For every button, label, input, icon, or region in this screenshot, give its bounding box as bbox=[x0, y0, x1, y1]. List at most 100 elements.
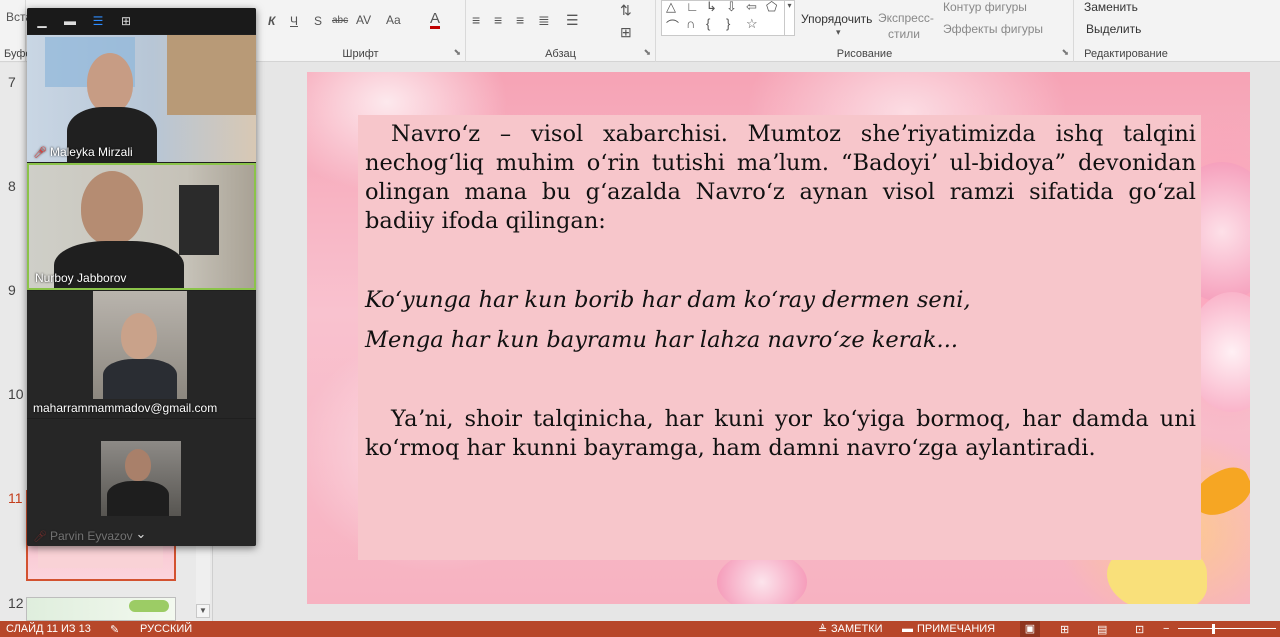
down-arrow-shape-icon[interactable]: ⇩ bbox=[726, 0, 737, 15]
participant-tile[interactable]: 🎤︎ Parvin Eyvazov ⌄ bbox=[27, 419, 256, 546]
notes-button[interactable]: ЗАМЕТКИ bbox=[831, 623, 883, 635]
chevron-down-icon[interactable]: ⌄ bbox=[132, 526, 150, 541]
clipboard-group: Вста Буфе bbox=[0, 0, 32, 62]
slideshow-icon[interactable]: ⊡ bbox=[1135, 623, 1144, 636]
intro-paragraph: Navroʻz – visol xabarchisi. Mumtoz sheʼr… bbox=[365, 120, 1196, 236]
comments-icon[interactable]: ▬ bbox=[902, 623, 913, 635]
align-left-icon[interactable]: ≡ bbox=[472, 12, 480, 28]
arc-shape-icon[interactable]: ⌒ bbox=[666, 16, 679, 35]
shapes-gallery[interactable]: △ ∟ ↳ ⇩ ⇦ ⬠ ⌒ ∩ { } ☆ ▾ bbox=[661, 0, 795, 36]
muted-mic-icon: 🎤︎ bbox=[33, 147, 47, 159]
justify-icon[interactable]: ≣ bbox=[538, 12, 550, 29]
participant-body bbox=[103, 359, 177, 399]
participant-tile-active-speaker[interactable]: Nurboy Jabborov bbox=[27, 163, 256, 290]
editing-group: Заменить Выделить Редактирование bbox=[1074, 0, 1178, 62]
participant-face bbox=[87, 53, 133, 113]
spellcheck-icon[interactable]: ✎ bbox=[110, 623, 119, 636]
strikethrough-button[interactable]: abc bbox=[332, 15, 348, 26]
participant-video bbox=[93, 291, 187, 399]
participant-tile[interactable]: maharrammammadov@gmail.com bbox=[27, 291, 256, 418]
participant-face bbox=[121, 313, 157, 359]
status-bar: СЛАЙД 11 ИЗ 13 ✎ РУССКИЙ ≜ ЗАМЕТКИ ▬ ПРИ… bbox=[0, 621, 1280, 637]
bent-arrow-icon[interactable]: ↳ bbox=[706, 0, 717, 15]
clipboard-group-label: Буфе bbox=[4, 48, 32, 60]
comments-button[interactable]: ПРИМЕЧАНИЯ bbox=[917, 623, 995, 635]
align-center-icon[interactable]: ≡ bbox=[494, 12, 502, 28]
slide-number-11[interactable]: 11 bbox=[8, 490, 23, 506]
pentagon-shape-icon[interactable]: ⬠ bbox=[766, 0, 777, 15]
reading-view-icon[interactable]: ▤ bbox=[1097, 623, 1107, 636]
language-indicator[interactable]: РУССКИЙ bbox=[140, 623, 192, 635]
brace-left-icon[interactable]: { bbox=[706, 16, 710, 31]
participant-face bbox=[81, 171, 143, 245]
columns-icon[interactable]: ☰ bbox=[566, 12, 579, 29]
quick-styles-label-2: стили bbox=[888, 27, 920, 41]
shape-effects-button[interactable]: Эффекты фигуры bbox=[943, 22, 1043, 36]
paragraph-launcher-icon[interactable]: ⬊ bbox=[643, 47, 651, 58]
participant-face bbox=[125, 449, 151, 481]
slide-number-12[interactable]: 12 bbox=[8, 595, 24, 611]
chair-back bbox=[179, 185, 219, 255]
slide-sorter-icon[interactable]: ⊞ bbox=[1060, 623, 1069, 636]
participant-tile[interactable]: 🎤︎ Maleyka Mirzali bbox=[27, 35, 256, 162]
conclusion-paragraph-text: Yaʼni, shoir talqinicha, har kuni yor ko… bbox=[365, 406, 1196, 461]
text-direction-icon[interactable]: ⇅ bbox=[620, 2, 632, 19]
notes-icon[interactable]: ≜ bbox=[818, 623, 827, 636]
star-shape-icon[interactable]: ☆ bbox=[746, 16, 758, 32]
select-button[interactable]: Выделить bbox=[1086, 22, 1141, 36]
slide-number-10[interactable]: 10 bbox=[8, 386, 24, 402]
shadow-button[interactable]: S bbox=[314, 14, 322, 28]
brace-right-icon[interactable]: } bbox=[726, 16, 730, 31]
change-case-button[interactable]: Aa bbox=[386, 13, 401, 27]
scroll-down-icon[interactable]: ▼ bbox=[196, 604, 210, 618]
zoom-out-icon[interactable]: − bbox=[1163, 623, 1169, 635]
conclusion-paragraph: Yaʼni, shoir talqinicha, har kuni yor ko… bbox=[365, 405, 1196, 463]
gallery-view-icon[interactable]: ⊞ bbox=[116, 11, 136, 31]
strip-view-icon[interactable]: ☰ bbox=[88, 11, 108, 31]
char-spacing-button[interactable]: AV bbox=[356, 13, 371, 27]
font-launcher-icon[interactable]: ⬊ bbox=[453, 47, 461, 58]
drawing-launcher-icon[interactable]: ⬊ bbox=[1061, 47, 1069, 58]
drawing-group: △ ∟ ↳ ⇩ ⇦ ⬠ ⌒ ∩ { } ☆ ▾ Упорядочить ▾ Эк… bbox=[656, 0, 1074, 62]
participant-body bbox=[107, 481, 169, 516]
slide-number-9[interactable]: 9 bbox=[8, 282, 16, 298]
zoom-slider[interactable] bbox=[1178, 628, 1276, 629]
smartart-icon[interactable]: ⊞ bbox=[620, 24, 632, 41]
verse-line-2: Menga har kun bayramu har lahza navroʻze… bbox=[365, 327, 959, 353]
underline-button[interactable]: Ч bbox=[290, 14, 298, 28]
thumbnail-slide-12[interactable] bbox=[26, 597, 176, 621]
editing-group-label: Редактирование bbox=[1084, 48, 1168, 60]
verse-line-1: Koʻyunga har kun borib har dam koʻray de… bbox=[365, 287, 971, 313]
participant-name: 🎤︎ Maleyka Mirzali bbox=[33, 145, 133, 159]
participant-name: 🎤︎ Parvin Eyvazov bbox=[33, 529, 133, 543]
intro-paragraph-text: Navroʻz – visol xabarchisi. Mumtoz sheʼr… bbox=[365, 121, 1196, 234]
participant-name: maharrammammadov@gmail.com bbox=[33, 401, 218, 415]
normal-view-icon[interactable]: ▣ bbox=[1020, 621, 1040, 637]
arrange-dropdown-icon[interactable]: ▾ bbox=[836, 27, 841, 38]
shape-outline-button[interactable]: Контур фигуры bbox=[943, 0, 1027, 14]
slide-canvas[interactable]: Navroʻz – visol xabarchisi. Mumtoz sheʼr… bbox=[307, 72, 1250, 604]
speaker-view-icon[interactable]: ▬ bbox=[60, 11, 80, 31]
slide-text-box[interactable]: Navroʻz – visol xabarchisi. Mumtoz sheʼr… bbox=[358, 115, 1201, 560]
l-shape-icon[interactable]: ∟ bbox=[686, 0, 699, 14]
slide-number-7[interactable]: 7 bbox=[8, 74, 16, 90]
minimize-icon[interactable]: ▁ bbox=[32, 11, 52, 31]
arrange-button[interactable]: Упорядочить bbox=[801, 12, 872, 26]
zoom-gallery-window: ▁ ▬ ☰ ⊞ 🎤︎ Maleyka Mirzali Nurboy Jabboro… bbox=[27, 8, 256, 546]
gallery-more-icon[interactable]: ▾ bbox=[784, 1, 794, 35]
slide-number-8[interactable]: 8 bbox=[8, 178, 16, 194]
replace-button[interactable]: Заменить bbox=[1084, 0, 1138, 14]
left-arrow-shape-icon[interactable]: ⇦ bbox=[746, 0, 757, 15]
quick-styles-button[interactable]: Экспресс- bbox=[878, 11, 934, 25]
participant-name: Nurboy Jabborov bbox=[35, 271, 127, 285]
paragraph-group: ≡ ≡ ≡ ≣ ☰ ⇅ ⊞ Абзац ⬊ bbox=[466, 0, 656, 62]
triangle-shape-icon[interactable]: △ bbox=[666, 0, 676, 15]
align-right-icon[interactable]: ≡ bbox=[516, 12, 524, 28]
drawing-group-label: Рисование bbox=[836, 48, 893, 60]
curve-shape-icon[interactable]: ∩ bbox=[686, 16, 695, 31]
zoom-slider-thumb[interactable] bbox=[1212, 624, 1215, 634]
font-color-button[interactable]: A bbox=[430, 11, 441, 29]
italic-button[interactable]: К bbox=[268, 14, 275, 28]
powerpoint-window: { "ribbon": { "paste_label": "Вста", "re… bbox=[0, 0, 1280, 637]
font-group: К Ч S abc AV Aa A Шрифт ⬊ bbox=[256, 0, 466, 62]
